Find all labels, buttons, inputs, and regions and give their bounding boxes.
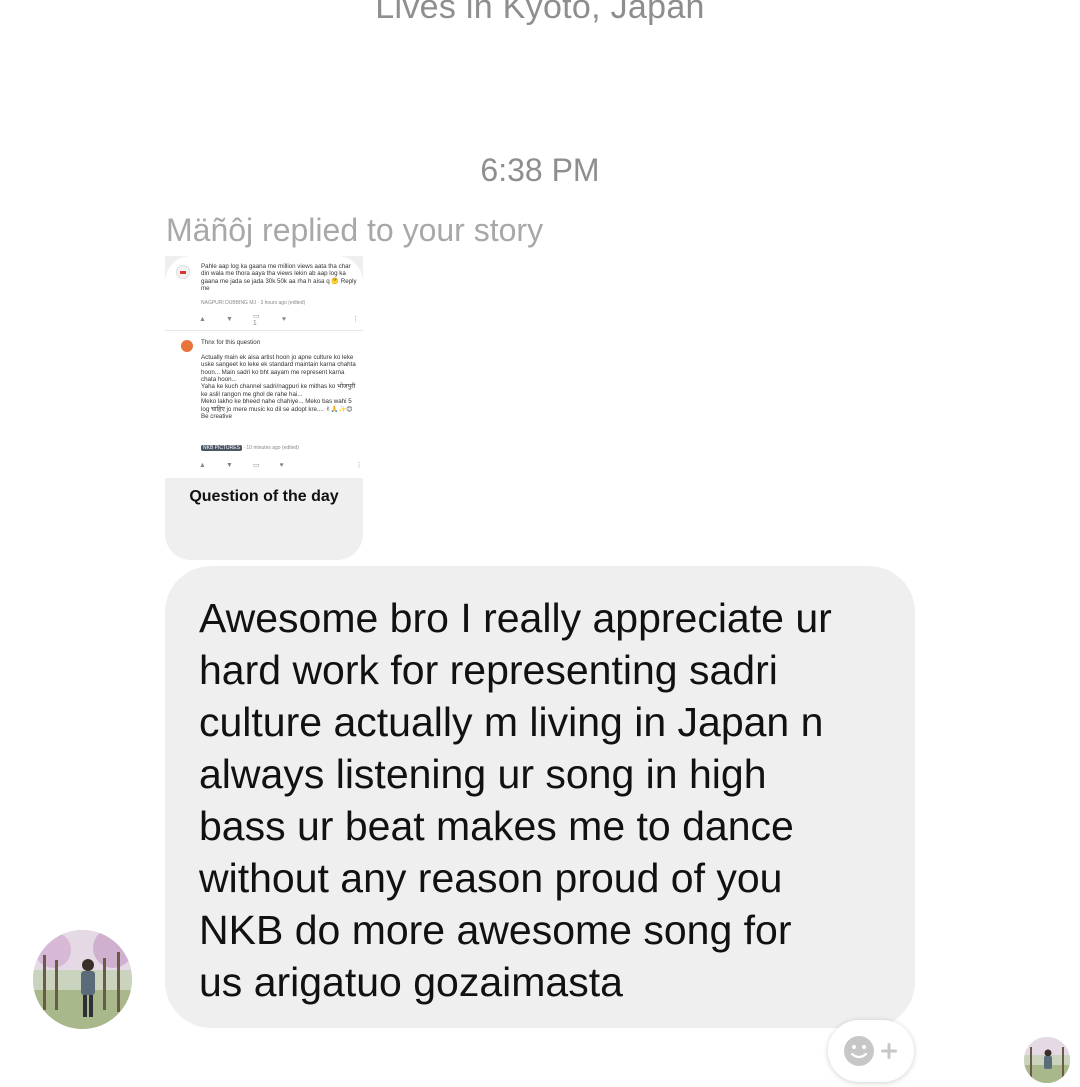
comment-actions: ▲ ▼ ▭ ♥ ⋮ xyxy=(199,461,363,470)
sender-avatar[interactable] xyxy=(33,930,132,1029)
more-icon: ⋮ xyxy=(352,316,359,323)
author-tag: NKB PICTURES xyxy=(201,445,242,451)
more-icon: ⋮ xyxy=(355,462,363,469)
comment-text: Thnx for this question Actually main ek … xyxy=(201,339,356,421)
comment-meta: NAGPURI DUBBING MJ · 3 hours ago (edited… xyxy=(201,300,306,306)
add-reaction-icon xyxy=(844,1036,897,1066)
comment-actions: ▲ ▼ ▭ 1 ♥ ⋮ xyxy=(199,313,359,327)
reply-icon: ▭ 1 xyxy=(252,312,260,327)
seen-avatar xyxy=(1024,1037,1070,1083)
message-text: Awesome bro I really appreciate ur hard … xyxy=(199,595,832,1005)
story-preview-card[interactable]: Pahle aap log ka gaana me million views … xyxy=(165,256,363,560)
message-bubble[interactable]: Awesome bro I really appreciate ur hard … xyxy=(165,566,915,1028)
story-caption: Question of the day xyxy=(189,488,339,505)
dislike-icon: ▼ xyxy=(225,461,233,469)
author-avatar xyxy=(181,340,193,352)
like-icon: ▲ xyxy=(199,461,206,469)
message-timestamp: 6:38 PM xyxy=(480,152,600,188)
add-reaction-button[interactable] xyxy=(828,1020,914,1082)
reply-icon: ▭ xyxy=(252,462,260,469)
like-icon: ▲ xyxy=(199,315,206,323)
heart-icon: ♥ xyxy=(281,315,286,323)
dislike-icon: ▼ xyxy=(225,315,233,323)
comment-meta: · 10 minutes ago (edited) xyxy=(243,445,299,451)
comment-text: Pahle aap log ka gaana me million views … xyxy=(201,263,357,293)
profile-location: Lives in Kyoto, Japan xyxy=(375,0,705,26)
story-screenshot: Pahle aap log ka gaana me million views … xyxy=(165,256,363,478)
story-reply-notice: Mäñôj replied to your story xyxy=(166,212,544,248)
comment-meta-row: NKB PICTURES · 10 minutes ago (edited) xyxy=(201,445,299,451)
reply-count: 1 xyxy=(252,319,257,327)
comment-divider xyxy=(165,330,363,331)
commenter-avatar xyxy=(176,265,190,279)
heart-icon: ♥ xyxy=(279,461,284,469)
